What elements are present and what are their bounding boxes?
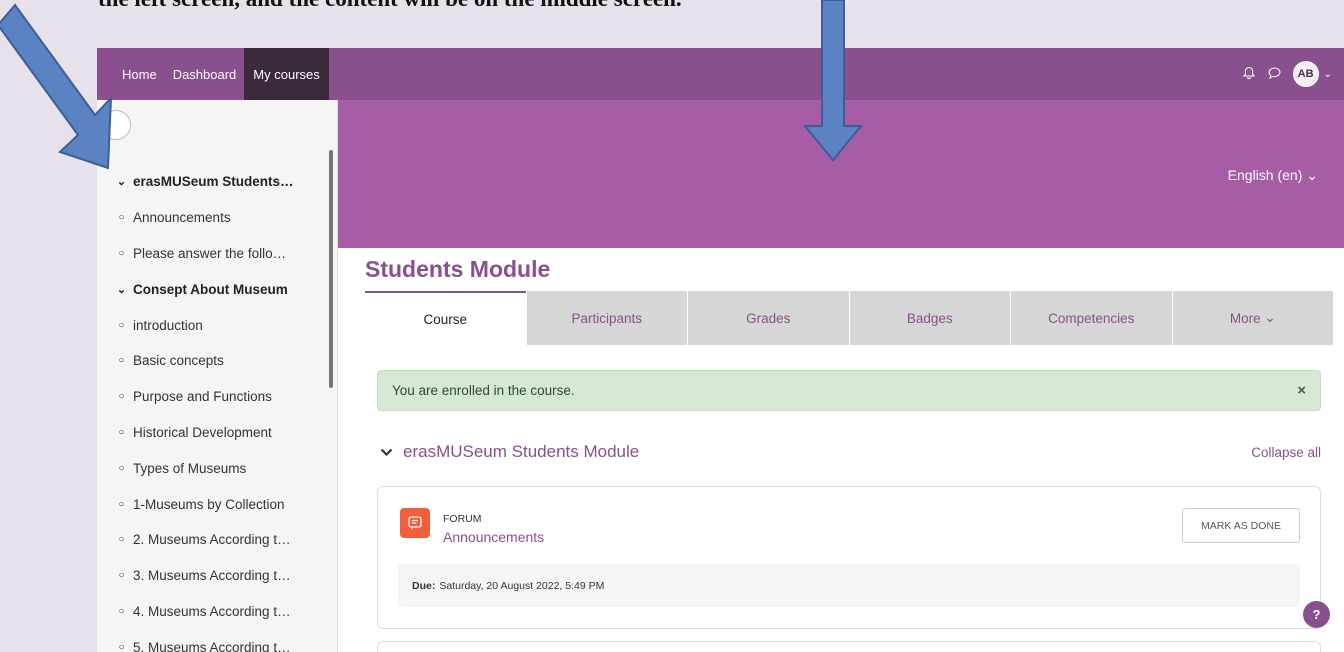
moodle-window: Home Dashboard My courses AB ⌄ ⌄ erasMUSe…: [97, 48, 1344, 652]
due-value: Saturday, 20 August 2022, 5:49 PM: [439, 579, 605, 592]
help-button[interactable]: ?: [1303, 601, 1330, 628]
chevron-down-icon[interactable]: [380, 445, 393, 460]
course-index-label: Basic concepts: [133, 353, 224, 369]
tab-more-label: More: [1229, 310, 1261, 326]
bell-icon[interactable]: [1242, 66, 1256, 83]
top-navbar: Home Dashboard My courses AB ⌄: [97, 48, 1344, 100]
forum-icon: [400, 508, 430, 538]
due-label: Due:: [412, 579, 436, 592]
course-index-label: Please answer the follo…: [133, 245, 287, 261]
course-index-label: Consept About Museum: [133, 281, 288, 297]
course-index-item[interactable]: ○ Purpose and Functions: [115, 379, 330, 415]
alert-text: You are enrolled in the course.: [392, 383, 575, 398]
close-icon[interactable]: ×: [1297, 382, 1306, 399]
course-index-item[interactable]: ○ introduction: [115, 307, 330, 343]
circle-icon: ○: [118, 534, 125, 546]
course-index-label: 1-Museums by Collection: [133, 496, 285, 512]
collapse-all-link[interactable]: Collapse all: [1251, 445, 1321, 460]
caption-text: the left screen, and the content will be…: [98, 0, 682, 12]
chevron-down-icon[interactable]: ⌄: [115, 283, 128, 296]
circle-icon: ○: [118, 641, 125, 652]
due-date-info: Due: Saturday, 20 August 2022, 5:49 PM: [398, 564, 1300, 607]
chevron-down-icon[interactable]: ⌄: [115, 175, 128, 188]
course-content: Students Module Course Participants Grad…: [338, 248, 1344, 652]
course-index-list: ⌄ erasMUSeum Students… ○ Announcements ○ Pl…: [115, 164, 330, 652]
page-title: Students Module: [365, 256, 551, 282]
tab-competencies[interactable]: Competencies: [1010, 291, 1172, 345]
circle-icon: ○: [118, 319, 125, 331]
circle-icon: ○: [118, 212, 125, 224]
course-index-label: 4. Museums According t…: [133, 603, 291, 619]
course-index-section[interactable]: ⌄ Consept About Museum: [115, 271, 330, 307]
chevron-down-icon: ⌄: [1306, 167, 1318, 183]
circle-icon: ○: [118, 498, 125, 510]
activity-card: FORUM Announcements MARK AS DONE Due: Sa…: [377, 486, 1321, 629]
tab-more[interactable]: More ⌄: [1171, 291, 1333, 345]
course-index-item[interactable]: ○ Basic concepts: [115, 343, 330, 379]
course-index-drawer: ⌄ erasMUSeum Students… ○ Announcements ○ Pl…: [97, 100, 338, 652]
course-index-item[interactable]: ○ Historical Development: [115, 415, 330, 451]
enrolment-alert: You are enrolled in the course. ×: [377, 370, 1321, 411]
course-index-item[interactable]: ○ 4. Museums According t…: [115, 594, 330, 630]
circle-icon: ○: [118, 391, 125, 403]
course-index-label: introduction: [133, 317, 203, 333]
chevron-down-icon: ⌄: [1260, 310, 1276, 325]
course-index-label: 2. Museums According t…: [133, 532, 291, 548]
tab-badges[interactable]: Badges: [848, 291, 1010, 345]
chat-icon[interactable]: [1267, 66, 1282, 83]
course-index-label: 5. Museums According t…: [133, 639, 291, 652]
course-index-label: Historical Development: [133, 424, 272, 440]
close-drawer-button[interactable]: [101, 110, 131, 140]
activity-link[interactable]: Announcements: [443, 529, 544, 545]
course-index-label: Announcements: [133, 210, 231, 226]
course-index-item[interactable]: ○ Types of Museums: [115, 450, 330, 486]
course-index-label: 3. Museums According t…: [133, 568, 291, 584]
activity-type: FORUM: [443, 513, 482, 525]
course-index-item[interactable]: ○ Please answer the follo…: [115, 236, 330, 272]
language-label: English (en): [1227, 167, 1303, 183]
nav-my-courses[interactable]: My courses: [244, 48, 329, 100]
course-index-section[interactable]: ⌄ erasMUSeum Students…: [115, 164, 330, 200]
nav-home[interactable]: Home: [97, 48, 165, 100]
tab-participants[interactable]: Participants: [525, 291, 687, 345]
tab-grades[interactable]: Grades: [687, 291, 849, 345]
mark-as-done-button[interactable]: MARK AS DONE: [1182, 508, 1300, 543]
section-header: erasMUSeum Students Module Collapse all: [377, 442, 1321, 462]
circle-icon: ○: [118, 570, 125, 582]
section-title[interactable]: erasMUSeum Students Module: [403, 442, 639, 462]
course-index-item[interactable]: ○ 5. Museums According t…: [115, 629, 330, 652]
course-index-item[interactable]: ○ 1-Museums by Collection: [115, 486, 330, 522]
course-index-label: erasMUSeum Students…: [133, 174, 294, 190]
course-tabs: Course Participants Grades Badges Compet…: [365, 291, 1333, 345]
activity-card: [377, 641, 1321, 652]
circle-icon: ○: [118, 462, 125, 474]
nav-user-area: AB ⌄: [1242, 48, 1344, 100]
course-header-banner: English (en) ⌄: [338, 100, 1344, 248]
tab-course[interactable]: Course: [365, 291, 526, 345]
language-menu[interactable]: English (en) ⌄: [1228, 167, 1318, 184]
course-index-label: Purpose and Functions: [133, 389, 272, 405]
circle-icon: ○: [118, 426, 125, 438]
course-index-item[interactable]: ○ Announcements: [115, 200, 330, 236]
circle-icon: ○: [118, 247, 125, 259]
circle-icon: ○: [118, 355, 125, 367]
course-index-item[interactable]: ○ 2. Museums According t…: [115, 522, 330, 558]
course-index-label: Types of Museums: [133, 460, 247, 476]
course-index-item[interactable]: ○ 3. Museums According t…: [115, 558, 330, 594]
circle-icon: ○: [118, 605, 125, 617]
user-avatar[interactable]: AB: [1292, 61, 1319, 87]
nav-dashboard[interactable]: Dashboard: [165, 48, 245, 100]
user-menu-chevron-icon[interactable]: ⌄: [1324, 69, 1332, 80]
